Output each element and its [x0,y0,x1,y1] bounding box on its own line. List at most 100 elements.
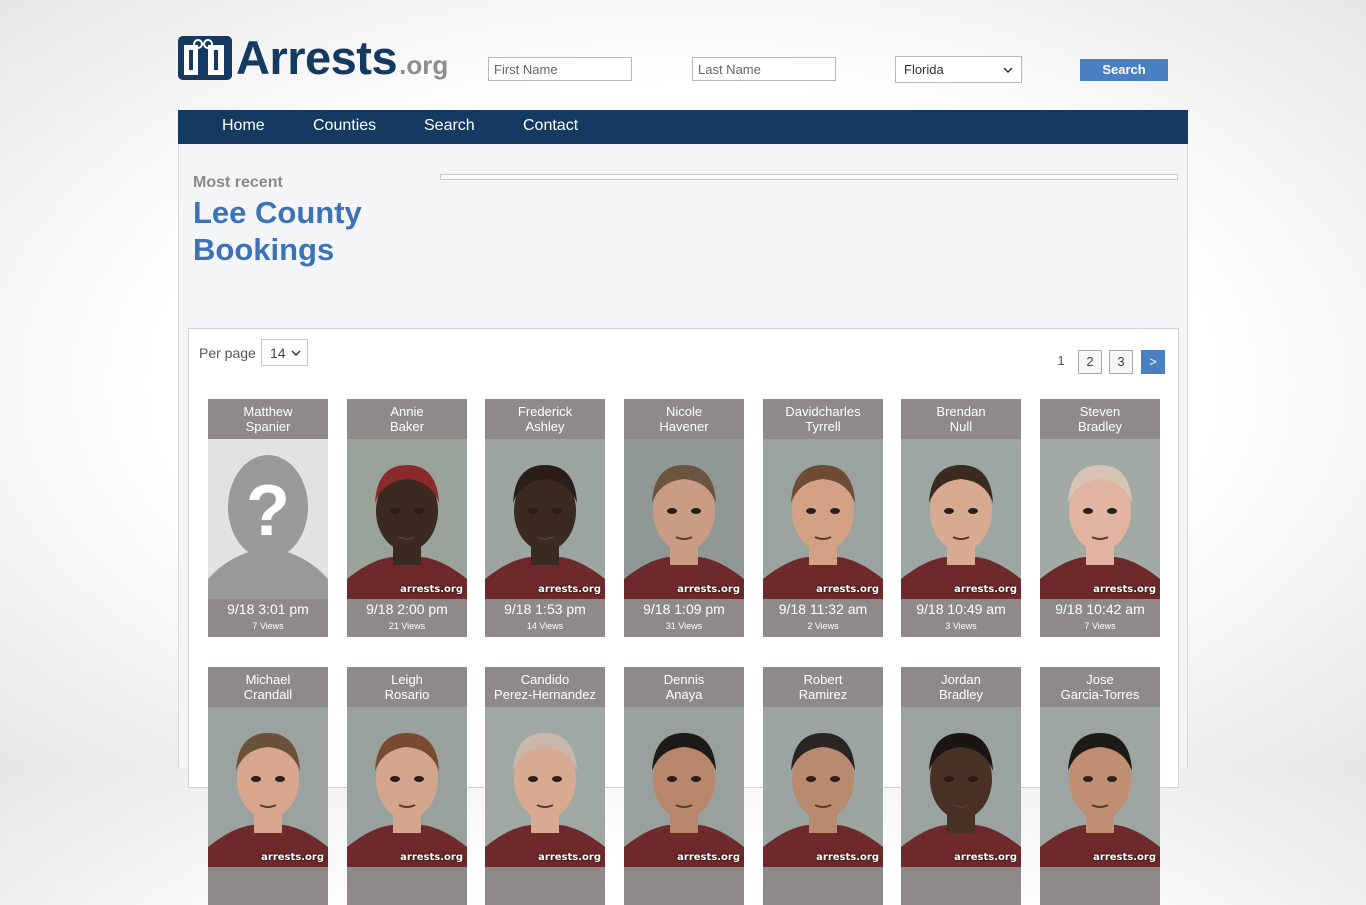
booking-name[interactable]: Steven Bradley [1040,399,1160,439]
mugshot-photo[interactable]: arrests.org [1040,707,1160,867]
handcuffs-logo-icon [178,36,232,80]
first-name-input[interactable] [488,57,632,81]
mugshot-photo[interactable]: arrests.org [624,707,744,867]
booking-name[interactable]: Davidcharles Tyrrell [763,399,883,439]
next-page-button[interactable]: > [1141,350,1165,374]
booking-name[interactable]: Candido Perez-Hernandez [485,667,605,707]
booking-last-name: Perez-Hernandez [494,687,596,702]
nav-search[interactable]: Search [424,110,475,142]
watermark: arrests.org [538,584,601,595]
booking-card[interactable]: Candido Perez-Hernandez arrests.org [485,667,605,905]
mugshot-photo[interactable]: arrests.org [208,707,328,867]
booking-last-name: Rosario [384,687,430,702]
booking-name[interactable]: Nicole Havener [624,399,744,439]
booking-card[interactable]: Frederick Ashley arrests.org 9/18 1:53 pm 14… [485,399,605,637]
booking-card[interactable]: Annie Baker arrests.org 9/18 2:00 pm 21 View… [347,399,467,637]
booking-name[interactable]: Dennis Anaya [624,667,744,707]
watermark: arrests.org [954,584,1017,595]
mugshot-photo[interactable]: arrests.org [485,707,605,867]
booking-first-name: Jordan [941,672,981,687]
booking-card[interactable]: Brendan Null arrests.org 9/18 10:49 am 3 Vie… [901,399,1021,637]
mugshot-photo[interactable]: arrests.org [485,439,605,599]
nav-counties[interactable]: Counties [313,110,376,142]
booking-last-name: Tyrrell [805,419,841,434]
watermark: arrests.org [816,584,879,595]
booking-card[interactable]: Michael Crandall arrests.org [208,667,328,905]
mugshot-photo[interactable]: arrests.org [763,707,883,867]
mugshot-photo[interactable]: arrests.org [624,439,744,599]
mugshot-photo[interactable]: arrests.org [1040,439,1160,599]
booking-name[interactable]: Matthew Spanier [208,399,328,439]
booking-date: 9/18 2:00 pm [366,601,448,617]
site-logo[interactable]: Arrests .org [178,31,448,84]
booking-views: 3 Views [945,621,977,631]
booking-last-name: Spanier [245,419,291,434]
state-select-value: Florida [904,62,944,77]
booking-name[interactable]: Jose Garcia-Torres [1040,667,1160,707]
booking-last-name: Garcia-Torres [1060,687,1140,702]
watermark: arrests.org [261,852,324,863]
booking-last-name: Crandall [243,687,293,702]
page-1-current: 1 [1057,353,1065,368]
site-header: Arrests .org Florida Search [178,34,1188,94]
page-2-link[interactable]: 2 [1078,350,1102,374]
booking-date: 9/18 3:01 pm [227,601,309,617]
watermark: arrests.org [400,852,463,863]
booking-first-name: Annie [390,404,424,419]
booking-views: 21 Views [388,621,426,631]
booking-card[interactable]: Dennis Anaya arrests.org [624,667,744,905]
booking-last-name: Null [949,419,973,434]
booking-first-name: Steven [1079,404,1121,419]
watermark: arrests.org [1093,584,1156,595]
state-select[interactable]: Florida [895,56,1022,83]
watermark: arrests.org [538,852,601,863]
booking-last-name: Baker [390,419,424,434]
bookings-panel: Per page 14 1 2 3 > Matthew Spanier? 9/18 … [188,328,1179,905]
watermark: arrests.org [677,584,740,595]
booking-first-name: Robert [803,672,843,687]
booking-card[interactable]: Robert Ramirez arrests.org [763,667,883,905]
last-name-input[interactable] [692,57,836,81]
svg-text:?: ? [246,471,290,551]
booking-card[interactable]: Steven Bradley arrests.org 9/18 10:42 am 7 V… [1040,399,1160,637]
watermark: arrests.org [400,584,463,595]
logo-wordmark: Arrests [236,31,398,84]
page-title-line1: Lee County [193,195,362,230]
booking-name[interactable]: Frederick Ashley [485,399,605,439]
page-3-link[interactable]: 3 [1109,350,1133,374]
booking-card[interactable]: Matthew Spanier? 9/18 3:01 pm 7 Views [208,399,328,637]
booking-name[interactable]: Jordan Bradley [901,667,1021,707]
booking-date: 9/18 10:49 am [916,601,1006,617]
silhouette-placeholder-icon[interactable]: ? [208,439,328,599]
booking-card[interactable]: Jose Garcia-Torres arrests.org [1040,667,1160,905]
nav-home[interactable]: Home [222,110,265,142]
booking-name[interactable]: Robert Ramirez [763,667,883,707]
nav-contact[interactable]: Contact [523,110,578,142]
booking-name[interactable]: Leigh Rosario [347,667,467,707]
search-button[interactable]: Search [1080,59,1168,81]
booking-last-name: Bradley [1077,419,1123,434]
mugshot-photo[interactable]: arrests.org [347,439,467,599]
booking-first-name: Davidcharles [785,404,861,419]
mugshot-photo[interactable]: arrests.org [763,439,883,599]
mugshot-photo[interactable]: arrests.org [901,707,1021,867]
booking-first-name: Jose [1086,672,1114,687]
mugshot-photo[interactable]: arrests.org [901,439,1021,599]
mugshot-photo[interactable]: arrests.org [347,707,467,867]
watermark: arrests.org [954,852,1017,863]
booking-card[interactable]: Jordan Bradley arrests.org [901,667,1021,905]
booking-views: 31 Views [665,621,703,631]
booking-name[interactable]: Michael Crandall [208,667,328,707]
booking-name[interactable]: Annie Baker [347,399,467,439]
booking-card[interactable]: Nicole Havener arrests.org 9/18 1:09 pm 31 V… [624,399,744,637]
booking-name[interactable]: Brendan Null [901,399,1021,439]
page-title-line2: Bookings [193,232,335,267]
booking-views: 2 Views [807,621,839,631]
booking-last-name: Anaya [665,687,703,702]
per-page-select[interactable]: 14 [261,339,308,366]
booking-card[interactable]: Davidcharles Tyrrell arrests.org 9/18 11:32… [763,399,883,637]
booking-date: 9/18 10:42 am [1055,601,1145,617]
booking-first-name: Dennis [663,672,705,687]
booking-card[interactable]: Leigh Rosario arrests.org [347,667,467,905]
chevron-down-icon [291,349,301,356]
